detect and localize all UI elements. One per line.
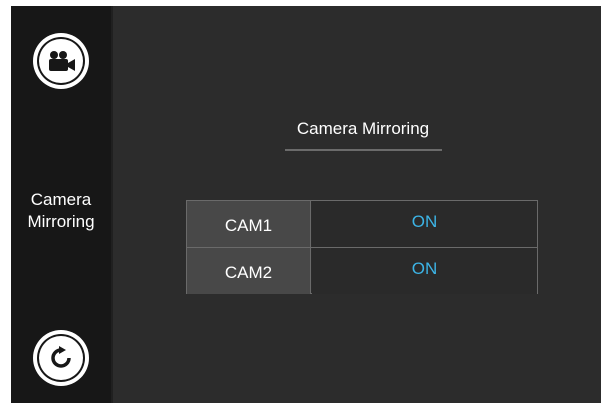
sidebar-label-line1: Camera xyxy=(30,190,92,209)
camera-mode-button[interactable] xyxy=(33,33,89,89)
sidebar-section-label: Camera Mirroring xyxy=(11,189,111,233)
screen: Camera Mirroring Camera Mirroring CAM1 O… xyxy=(11,6,601,403)
title-underline xyxy=(285,149,442,151)
mirroring-table: CAM1 ON CAM2 ON xyxy=(186,200,538,294)
cam1-label: CAM1 xyxy=(187,201,311,247)
cam1-toggle[interactable]: ON xyxy=(312,201,537,247)
page-title: Camera Mirroring xyxy=(296,119,430,138)
cam2-label: CAM2 xyxy=(187,248,311,294)
sidebar-label-line2: Mirroring xyxy=(27,212,95,231)
cam2-toggle[interactable]: ON xyxy=(312,248,537,294)
back-button[interactable] xyxy=(33,330,89,386)
refresh-icon xyxy=(51,346,71,368)
table-row: CAM2 ON xyxy=(187,248,537,294)
back-button-disc xyxy=(39,336,83,380)
sidebar-divider xyxy=(111,6,113,403)
camera-button-ring xyxy=(37,37,85,85)
camera-button-disc xyxy=(39,39,83,83)
back-button-ring xyxy=(37,334,85,382)
video-camera-icon xyxy=(49,51,75,71)
sidebar: Camera Mirroring xyxy=(11,6,111,403)
table-row: CAM1 ON xyxy=(187,201,537,248)
